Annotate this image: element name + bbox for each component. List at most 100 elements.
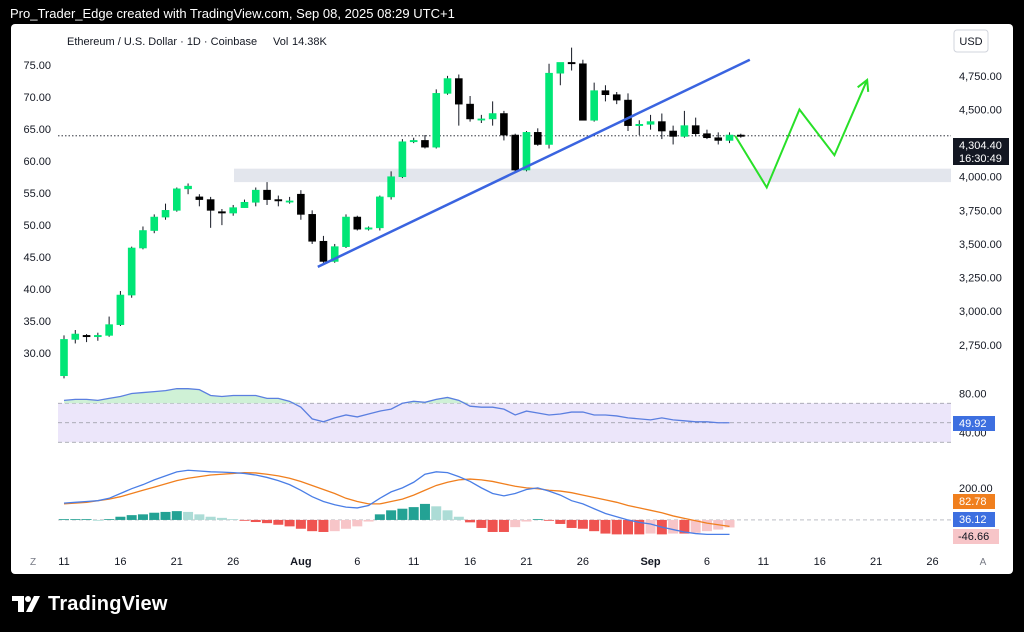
left-axis-tick: 30.00: [23, 348, 51, 360]
candle: [579, 59, 587, 121]
candle-body: [511, 134, 520, 171]
x-axis-tick: 11: [408, 556, 419, 568]
candle-body: [454, 78, 463, 105]
histogram-bar: [318, 519, 329, 532]
candle: [567, 47, 576, 71]
candle: [590, 82, 598, 122]
histogram-bar: [329, 519, 340, 532]
histogram-bar: [487, 519, 498, 532]
last-price: 4,304.40: [959, 140, 1002, 152]
watermark-caption: Pro_Trader_Edge created with TradingView…: [10, 6, 455, 21]
candle: [285, 196, 294, 204]
candle-body: [579, 63, 587, 121]
candle-body: [263, 189, 271, 200]
candle: [195, 194, 204, 207]
histogram-bar: [352, 519, 363, 527]
histogram-bar: [397, 508, 408, 520]
candle: [240, 199, 249, 208]
macd-value-badge: 36.12: [953, 512, 995, 527]
candle: [658, 113, 666, 140]
histogram-bar: [453, 516, 464, 520]
tradingview-brand: TradingView: [12, 592, 168, 616]
trendline: [317, 58, 751, 268]
currency-button[interactable]: USD: [953, 29, 989, 53]
macd-axis-tick: 200.00: [959, 483, 993, 495]
candle-body: [127, 247, 136, 296]
candle-body: [409, 140, 418, 143]
candle-body: [658, 121, 666, 132]
histogram-bar: [589, 519, 600, 532]
chart-svg[interactable]: 75.00 70.00 65.00 60.00 55.00 50.00 45.00 40.00…: [11, 24, 1013, 574]
x-axis-tick: 21: [520, 556, 532, 568]
candle-body: [139, 230, 147, 249]
candle: [263, 182, 271, 205]
candle-body: [477, 118, 486, 121]
candles-layer: [60, 47, 745, 379]
candle: [669, 125, 677, 145]
left-axis-tick: 45.00: [23, 252, 51, 264]
histogram-bar: [216, 517, 227, 520]
rsi-value: 49.92: [959, 418, 987, 430]
candle-body: [387, 176, 395, 198]
candle-body: [161, 210, 170, 218]
right-axis-tick: 4,750.00: [959, 71, 1002, 83]
candle-body: [353, 216, 362, 230]
candle: [466, 96, 474, 122]
x-axis-tick: 11: [58, 556, 69, 568]
histogram-bar: [363, 519, 374, 522]
x-axis-tick: 16: [814, 556, 826, 568]
histogram-bar: [532, 519, 543, 520]
candle-body: [297, 193, 305, 215]
histogram-bar: [476, 519, 487, 528]
x-axis-tick: 6: [704, 556, 710, 568]
left-axis-tick: 55.00: [23, 188, 51, 200]
candle-body: [71, 333, 80, 340]
histogram-bar: [307, 519, 318, 532]
support-zone: [234, 168, 951, 183]
candle: [342, 214, 350, 248]
candle-body: [195, 196, 204, 200]
signal-value: 82.78: [959, 496, 987, 508]
candle: [691, 117, 700, 137]
candle-body: [94, 335, 102, 338]
currency-label: USD: [959, 36, 982, 48]
auto-scale-button[interactable]: A: [980, 557, 987, 568]
candle-body: [601, 90, 610, 96]
candle-body: [421, 140, 429, 148]
histogram-bar: [295, 519, 306, 529]
candle: [443, 75, 452, 95]
chart-title: Ethereum / U.S. Dollar · 1D · Coinbase: [67, 36, 257, 48]
candle: [376, 195, 384, 231]
candle-body: [725, 134, 734, 141]
candle-body: [229, 207, 237, 214]
candle: [82, 334, 91, 343]
x-axis-tick: 6: [354, 556, 360, 568]
x-axis-tick: Aug: [290, 556, 311, 568]
candle: [184, 183, 192, 195]
left-axis-tick: 65.00: [23, 124, 51, 136]
candle-body: [556, 62, 565, 74]
candle-body: [274, 199, 283, 202]
candle-body: [173, 188, 181, 211]
candle-body: [736, 134, 745, 137]
timezone-button[interactable]: Z: [30, 557, 36, 568]
right-axis-tick: 2,750.00: [959, 340, 1002, 352]
candle: [635, 120, 644, 136]
candle-body: [703, 133, 711, 139]
macd-layer: [58, 469, 951, 536]
candle-body: [590, 90, 598, 121]
histogram-bar: [419, 503, 430, 520]
volume-label: Vol: [273, 36, 288, 48]
histogram-bar: [577, 519, 588, 529]
histogram-bar: [442, 510, 453, 520]
candle: [545, 63, 553, 149]
candle: [161, 203, 170, 220]
candle-body: [567, 62, 576, 65]
histogram-bar: [566, 519, 577, 528]
left-axis-tick: 70.00: [23, 92, 51, 104]
right-axis-tick: 3,500.00: [959, 239, 1002, 251]
histogram-value-badge: -46.66: [953, 529, 999, 544]
candle-body: [285, 200, 294, 203]
histogram-bar: [126, 515, 137, 520]
left-axis-tick: 60.00: [23, 156, 51, 168]
